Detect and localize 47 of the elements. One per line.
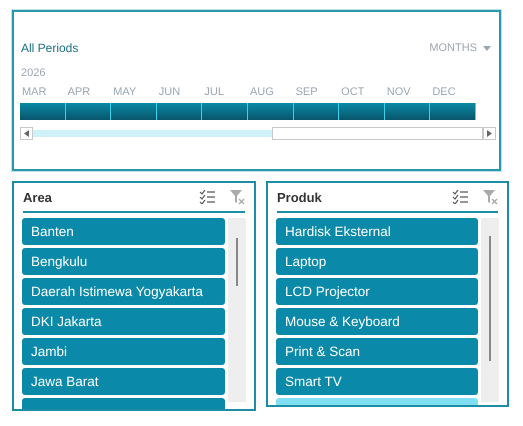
month-label: MAY [112, 86, 138, 100]
year-label: 2026 [21, 67, 46, 79]
slicer-item[interactable]: Bengkulu [22, 248, 225, 275]
timeline-caption: All Periods [21, 41, 78, 55]
slicer-title: Area [23, 190, 53, 204]
month-bar[interactable] [248, 103, 294, 120]
time-level-dropdown[interactable]: MONTHS [429, 42, 491, 54]
multi-select-icon[interactable] [452, 190, 468, 204]
month-label: NOV [386, 86, 412, 100]
slicer-item[interactable]: Jawa Barat [22, 368, 225, 395]
scroll-right-button[interactable] [483, 127, 496, 140]
slicer-title: Produk [277, 190, 323, 204]
multi-select-icon[interactable] [199, 190, 215, 204]
slicer-item[interactable]: Jambi [22, 338, 225, 365]
slicer-item[interactable]: Print & Scan [276, 338, 478, 365]
month-label: AUG [248, 86, 275, 100]
scroll-thumb[interactable] [236, 238, 238, 286]
month-bar[interactable] [66, 103, 112, 120]
slicer-item[interactable]: LCD Projector [276, 278, 478, 305]
slicer-item[interactable]: DKI Jakarta [22, 308, 225, 335]
slicer-item[interactable]: Laptop [276, 248, 478, 275]
slicer-item[interactable]: Daerah Istimewa Yogyakarta [22, 278, 225, 305]
scroll-thumb[interactable] [272, 127, 483, 140]
right-arrow-icon [487, 130, 492, 137]
month-bar[interactable] [202, 103, 248, 120]
slicer-item[interactable]: Hardisk Eksternal [276, 218, 478, 245]
month-label: JUN [158, 86, 182, 100]
month-bar[interactable] [20, 103, 66, 120]
slicer-item[interactable]: Mouse & Keyboard [276, 308, 478, 335]
month-bar[interactable] [111, 103, 157, 120]
month-bar[interactable] [430, 103, 476, 120]
left-arrow-icon [24, 130, 29, 137]
slicer-item[interactable]: Smart TV [276, 368, 478, 395]
month-label: JUL [203, 86, 225, 100]
scroll-thumb[interactable] [489, 236, 491, 361]
scroll-left-button[interactable] [20, 127, 33, 140]
month-label: SEP [294, 86, 319, 100]
month-label: MAR [21, 86, 48, 100]
month-label: APR [66, 86, 92, 100]
month-bar[interactable] [156, 103, 202, 120]
month-bar[interactable] [339, 103, 385, 120]
caret-icon [483, 46, 491, 50]
slicer-item[interactable]: Banten [22, 218, 225, 245]
month-label: OCT [340, 86, 366, 100]
month-label: DEC [431, 86, 457, 100]
month-bar[interactable] [294, 103, 340, 120]
month-bar[interactable] [384, 103, 430, 120]
